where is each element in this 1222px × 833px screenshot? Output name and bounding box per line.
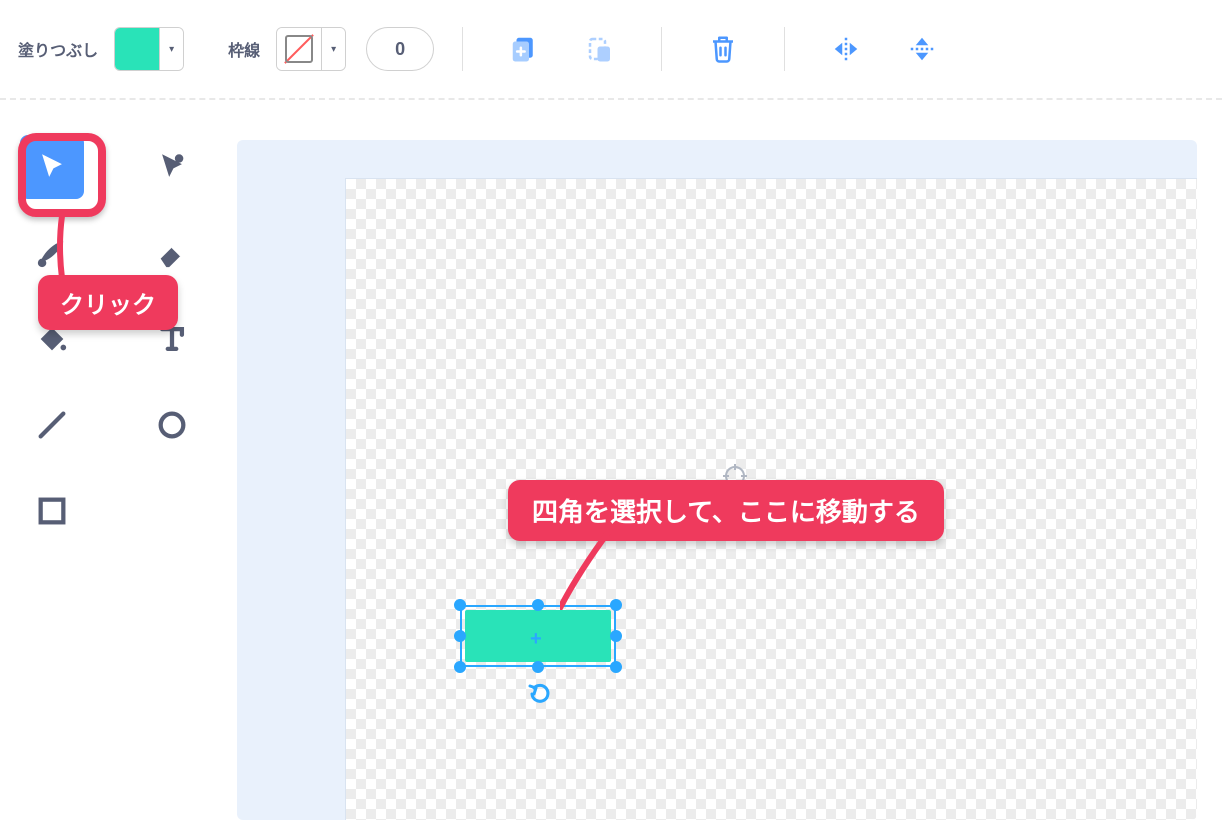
rectangle-tool[interactable]	[20, 479, 84, 543]
paste-icon	[585, 34, 615, 64]
flip-vertical-icon	[907, 34, 937, 64]
annotation-leader-line	[560, 530, 640, 610]
divider	[661, 27, 662, 71]
select-tool[interactable]	[20, 135, 84, 199]
reshape-cursor-icon	[155, 150, 189, 184]
fill-label: 塗りつぶし	[18, 37, 98, 61]
square-icon	[35, 494, 69, 528]
stroke-color-picker[interactable]: ▾	[276, 27, 346, 71]
reshape-tool[interactable]	[140, 135, 204, 199]
line-tool[interactable]	[20, 393, 84, 457]
circle-tool[interactable]	[140, 393, 204, 457]
flip-vertical-button[interactable]	[901, 28, 943, 70]
stroke-width-input[interactable]	[366, 27, 434, 71]
line-icon	[35, 408, 69, 442]
copy-icon	[509, 34, 539, 64]
trash-icon	[708, 34, 738, 64]
tool-palette	[20, 135, 220, 559]
paint-toolbar: 塗りつぶし ▾ 枠線 ▾	[0, 0, 1222, 100]
circle-icon	[155, 408, 189, 442]
selection-crosshair-icon: +	[530, 628, 542, 651]
resize-handle[interactable]	[532, 599, 544, 611]
fill-color-picker[interactable]: ▾	[114, 27, 184, 71]
resize-handle[interactable]	[454, 599, 466, 611]
rotate-handle-icon[interactable]	[528, 680, 556, 708]
resize-handle[interactable]	[454, 630, 466, 642]
resize-handle[interactable]	[454, 661, 466, 673]
chevron-down-icon: ▾	[159, 27, 183, 71]
annotation-leader-line	[56, 216, 68, 278]
divider	[784, 27, 785, 71]
flip-horizontal-icon	[831, 34, 861, 64]
flip-horizontal-button[interactable]	[825, 28, 867, 70]
resize-handle[interactable]	[610, 630, 622, 642]
divider	[462, 27, 463, 71]
eraser-icon	[155, 236, 189, 270]
paste-button[interactable]	[579, 28, 621, 70]
delete-button[interactable]	[702, 28, 744, 70]
copy-button[interactable]	[503, 28, 545, 70]
chevron-down-icon: ▾	[321, 27, 345, 71]
stroke-swatch	[277, 27, 321, 71]
resize-handle[interactable]	[610, 661, 622, 673]
stroke-label: 枠線	[228, 37, 260, 61]
resize-handle[interactable]	[532, 661, 544, 673]
arrow-cursor-icon	[35, 150, 69, 184]
fill-swatch	[115, 27, 159, 71]
annotation-click-label: クリック	[38, 275, 178, 330]
